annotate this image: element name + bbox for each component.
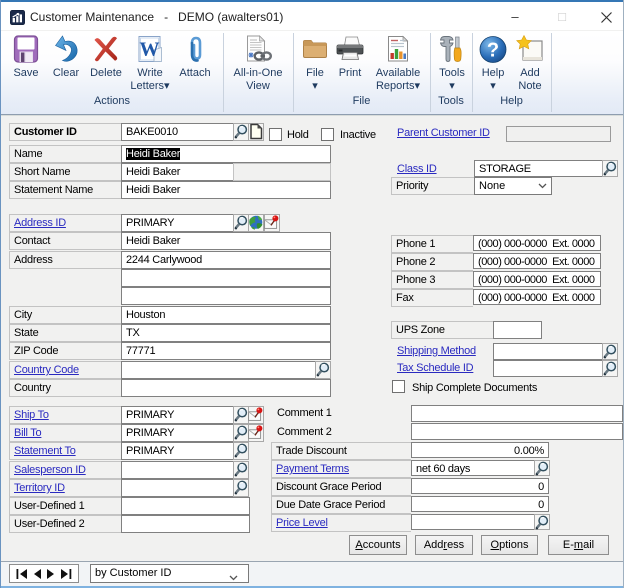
svg-text:W: W	[140, 39, 160, 61]
svg-text:?: ?	[487, 40, 499, 62]
